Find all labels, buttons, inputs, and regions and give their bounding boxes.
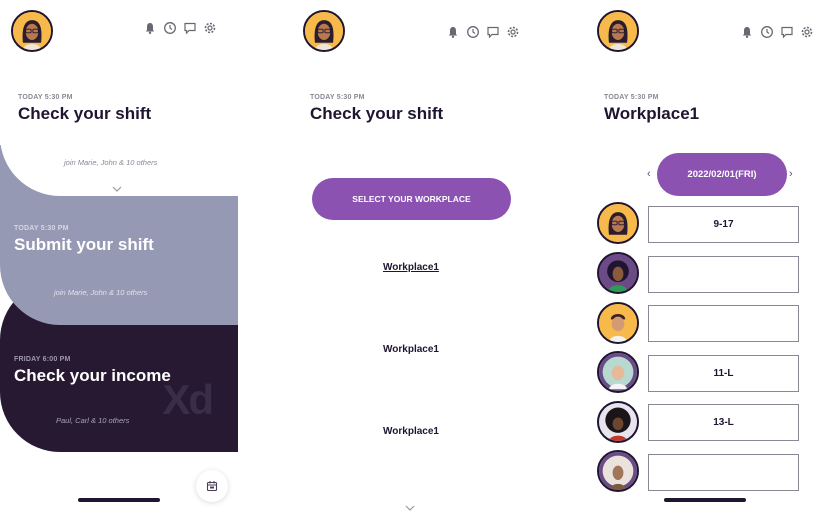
gear-icon[interactable] bbox=[800, 25, 814, 39]
clock-icon[interactable] bbox=[466, 25, 480, 39]
screen-home: FRIDAY 6:00 PM Check your income Paul, C… bbox=[0, 0, 238, 515]
chevron-down-icon[interactable] bbox=[112, 186, 122, 192]
kicker: TODAY 5:30 PM bbox=[604, 94, 659, 101]
clock-icon[interactable] bbox=[760, 25, 774, 39]
select-workplace-button[interactable]: SELECT YOUR WORKPLACE bbox=[312, 178, 511, 220]
shift-cell[interactable] bbox=[648, 256, 799, 293]
shift-cell[interactable] bbox=[648, 305, 799, 342]
workplace-item[interactable]: Workplace1 bbox=[292, 262, 530, 273]
gear-icon[interactable] bbox=[506, 25, 520, 39]
page-title: Workplace1 bbox=[604, 104, 700, 123]
date-selector[interactable]: 2022/02/01(FRI) bbox=[657, 153, 787, 196]
header-icons bbox=[740, 25, 814, 39]
workplace-item[interactable]: Workplace1 bbox=[292, 344, 530, 355]
card-title: Submit your shift bbox=[14, 235, 154, 254]
home-indicator bbox=[664, 498, 746, 502]
card-kicker: TODAY 5:30 PM bbox=[18, 94, 73, 101]
avatar bbox=[597, 252, 639, 294]
home-indicator bbox=[78, 498, 160, 502]
card-kicker: TODAY 5:30 PM bbox=[14, 225, 69, 232]
screen-select-workplace: TODAY 5:30 PM Check your shift SELECT YO… bbox=[292, 0, 530, 515]
screen-workplace-schedule: TODAY 5:30 PM Workplace1 ‹ 2022/02/01(FR… bbox=[588, 0, 824, 515]
header-icons bbox=[446, 25, 520, 39]
card-subtitle: join Marie, John & 10 others bbox=[54, 288, 148, 297]
shift-cell[interactable] bbox=[648, 454, 799, 491]
check-shift-card[interactable]: TODAY 5:30 PM Check your shift join Mari… bbox=[0, 0, 238, 196]
card-kicker: FRIDAY 6:00 PM bbox=[14, 356, 71, 363]
bell-icon[interactable] bbox=[740, 25, 754, 39]
next-date-arrow[interactable]: › bbox=[789, 168, 793, 180]
chat-icon[interactable] bbox=[183, 21, 197, 35]
avatar bbox=[597, 351, 639, 393]
shift-cell[interactable]: 13-L bbox=[648, 404, 799, 441]
card-title: Check your shift bbox=[18, 104, 152, 123]
clock-icon[interactable] bbox=[163, 21, 177, 35]
gear-icon[interactable] bbox=[203, 21, 217, 35]
calendar-button[interactable] bbox=[196, 470, 228, 502]
calendar-icon bbox=[206, 481, 218, 492]
avatar[interactable] bbox=[597, 10, 639, 52]
xd-watermark: Xd bbox=[162, 376, 214, 423]
bell-icon[interactable] bbox=[446, 25, 460, 39]
card-subtitle: join Marie, John & 10 others bbox=[64, 158, 158, 167]
avatar[interactable] bbox=[303, 10, 345, 52]
avatar bbox=[597, 202, 639, 244]
avatar bbox=[597, 302, 639, 344]
header-icons bbox=[143, 21, 217, 35]
page-title: Check your shift bbox=[310, 104, 444, 123]
chat-icon[interactable] bbox=[780, 25, 794, 39]
shift-cell[interactable]: 11-L bbox=[648, 355, 799, 392]
bell-icon[interactable] bbox=[143, 21, 157, 35]
chevron-down-icon[interactable] bbox=[405, 505, 415, 511]
avatar bbox=[597, 401, 639, 443]
card-title: Check your income bbox=[14, 366, 171, 385]
shift-cell[interactable]: 9-17 bbox=[648, 206, 799, 243]
kicker: TODAY 5:30 PM bbox=[310, 94, 365, 101]
prev-date-arrow[interactable]: ‹ bbox=[647, 168, 651, 180]
workplace-item[interactable]: Workplace1 bbox=[292, 426, 530, 437]
avatar[interactable] bbox=[11, 10, 53, 52]
card-subtitle: Paul, Carl & 10 others bbox=[56, 416, 130, 425]
chat-icon[interactable] bbox=[486, 25, 500, 39]
avatar bbox=[597, 450, 639, 492]
